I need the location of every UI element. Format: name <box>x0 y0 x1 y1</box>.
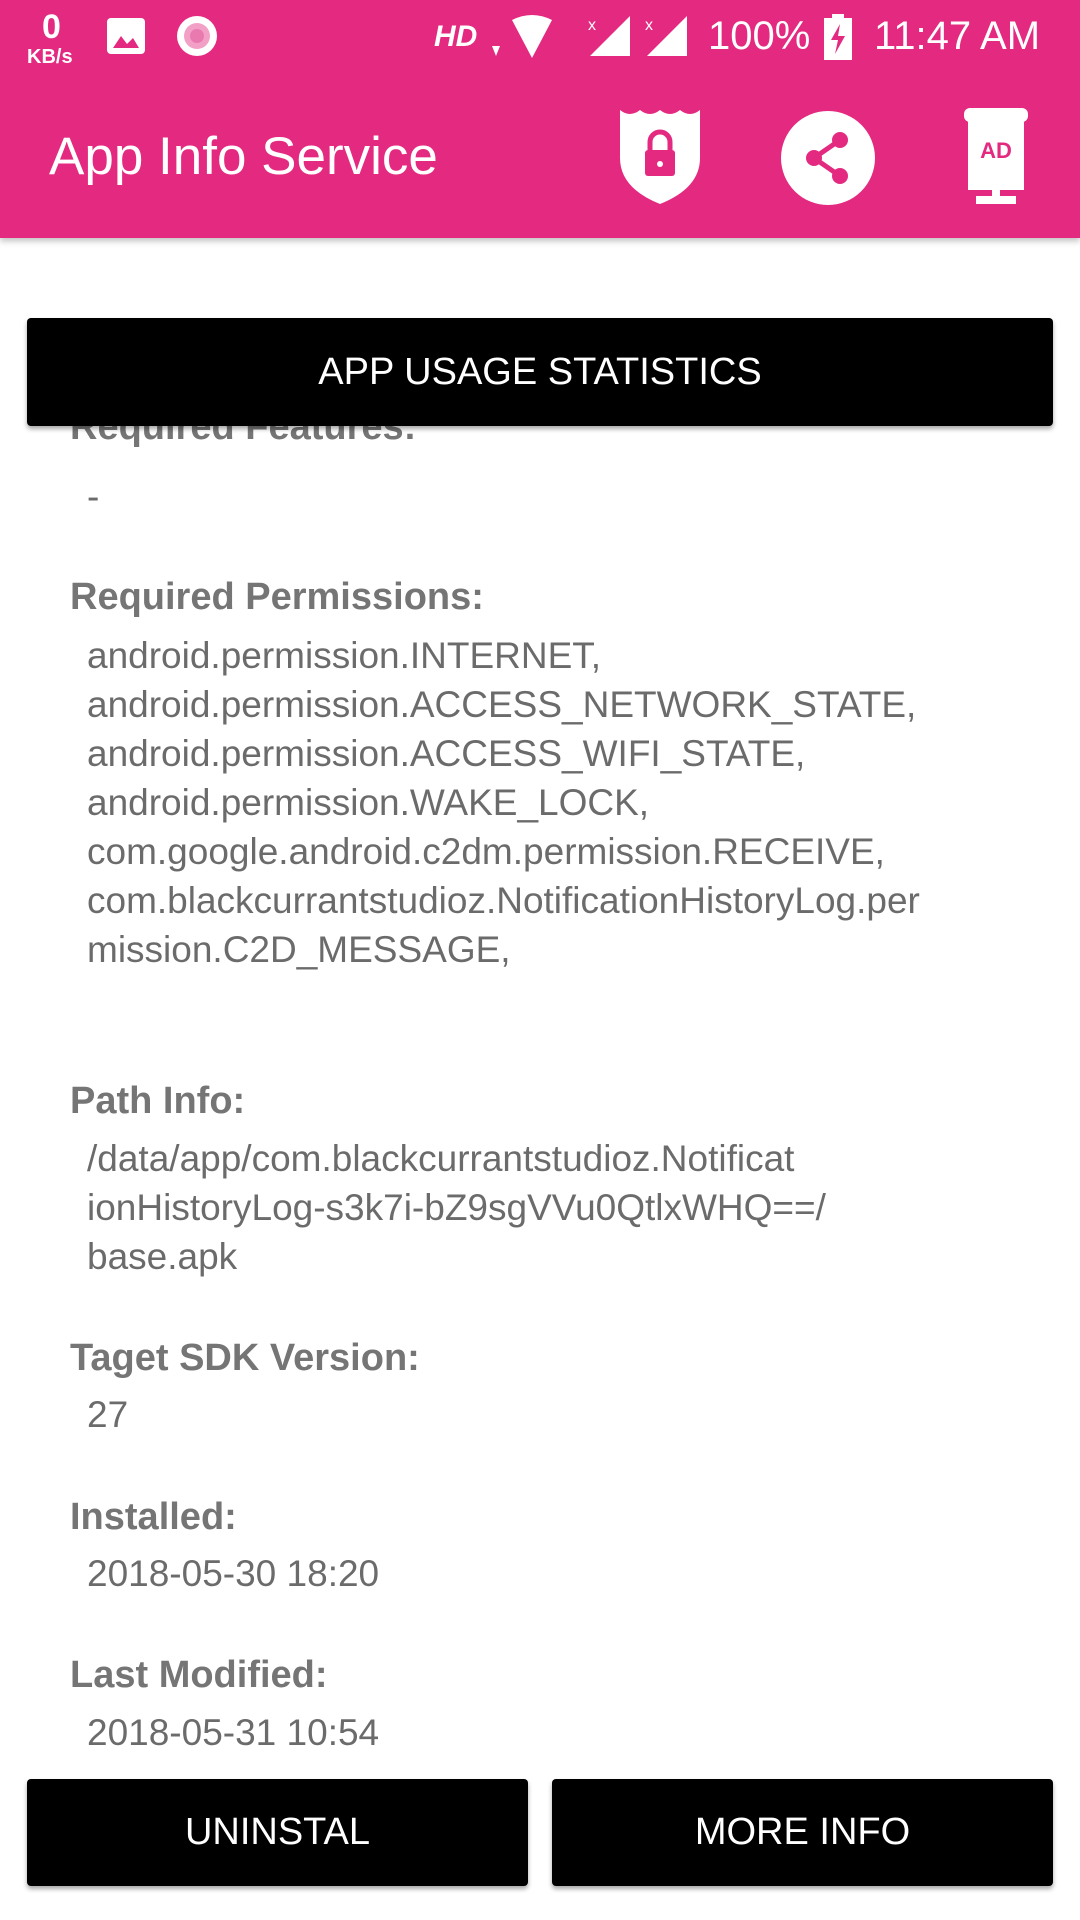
net-unit: KB/s <box>27 46 73 68</box>
section-value: android.permission.INTERNET, android.per… <box>87 635 920 970</box>
section-value: 2018-05-31 10:54 <box>87 1712 380 1753</box>
section-value: - <box>87 476 100 517</box>
app-usage-statistics-button[interactable]: APP USAGE STATISTICS <box>27 318 1053 426</box>
shield-lock-icon[interactable] <box>618 108 702 204</box>
section-label: Installed: <box>70 1496 237 1538</box>
svg-text:x: x <box>645 17 653 34</box>
svg-text:x: x <box>588 17 596 34</box>
battery-charging-icon <box>824 14 852 60</box>
clock: 11:47 AM <box>874 14 1041 58</box>
share-icon[interactable] <box>780 110 876 206</box>
section-value: 2018-05-30 18:20 <box>87 1553 380 1594</box>
app-bar: 0 KB/s HD x x 100% 11:47 AM App Info Ser… <box>0 0 1080 238</box>
section-label: Required Permissions: <box>70 576 484 618</box>
app-details-scroll[interactable]: Required Features: - Required Permission… <box>0 426 1080 1779</box>
signal-icon: x <box>588 16 630 56</box>
hd-indicator: HD <box>434 20 478 53</box>
section-label: Path Info: <box>70 1080 246 1122</box>
section-label: Required Features: <box>70 426 417 448</box>
battery-percent: 100% <box>708 14 811 58</box>
more-info-button[interactable]: MORE INFO <box>552 1779 1053 1886</box>
section-value: 27 <box>87 1394 129 1435</box>
uninstall-button[interactable]: UNINSTAL <box>27 1779 528 1886</box>
wifi-icon <box>492 15 552 58</box>
status-bar: 0 KB/s HD x x 100% 11:47 AM <box>0 0 1080 92</box>
page-title: App Info Service <box>49 127 438 186</box>
section-value: /data/app/com.blackcurrantstudioz.Notifi… <box>87 1138 826 1277</box>
gallery-icon <box>107 18 145 54</box>
record-icon <box>177 16 217 56</box>
svg-text:AD: AD <box>980 138 1012 163</box>
section-label: Taget SDK Version: <box>70 1337 420 1379</box>
section-label: Last Modified: <box>70 1654 328 1696</box>
signal-icon: x <box>645 16 687 56</box>
net-speed: 0 <box>42 8 61 46</box>
ad-icon[interactable]: AD <box>964 108 1028 204</box>
